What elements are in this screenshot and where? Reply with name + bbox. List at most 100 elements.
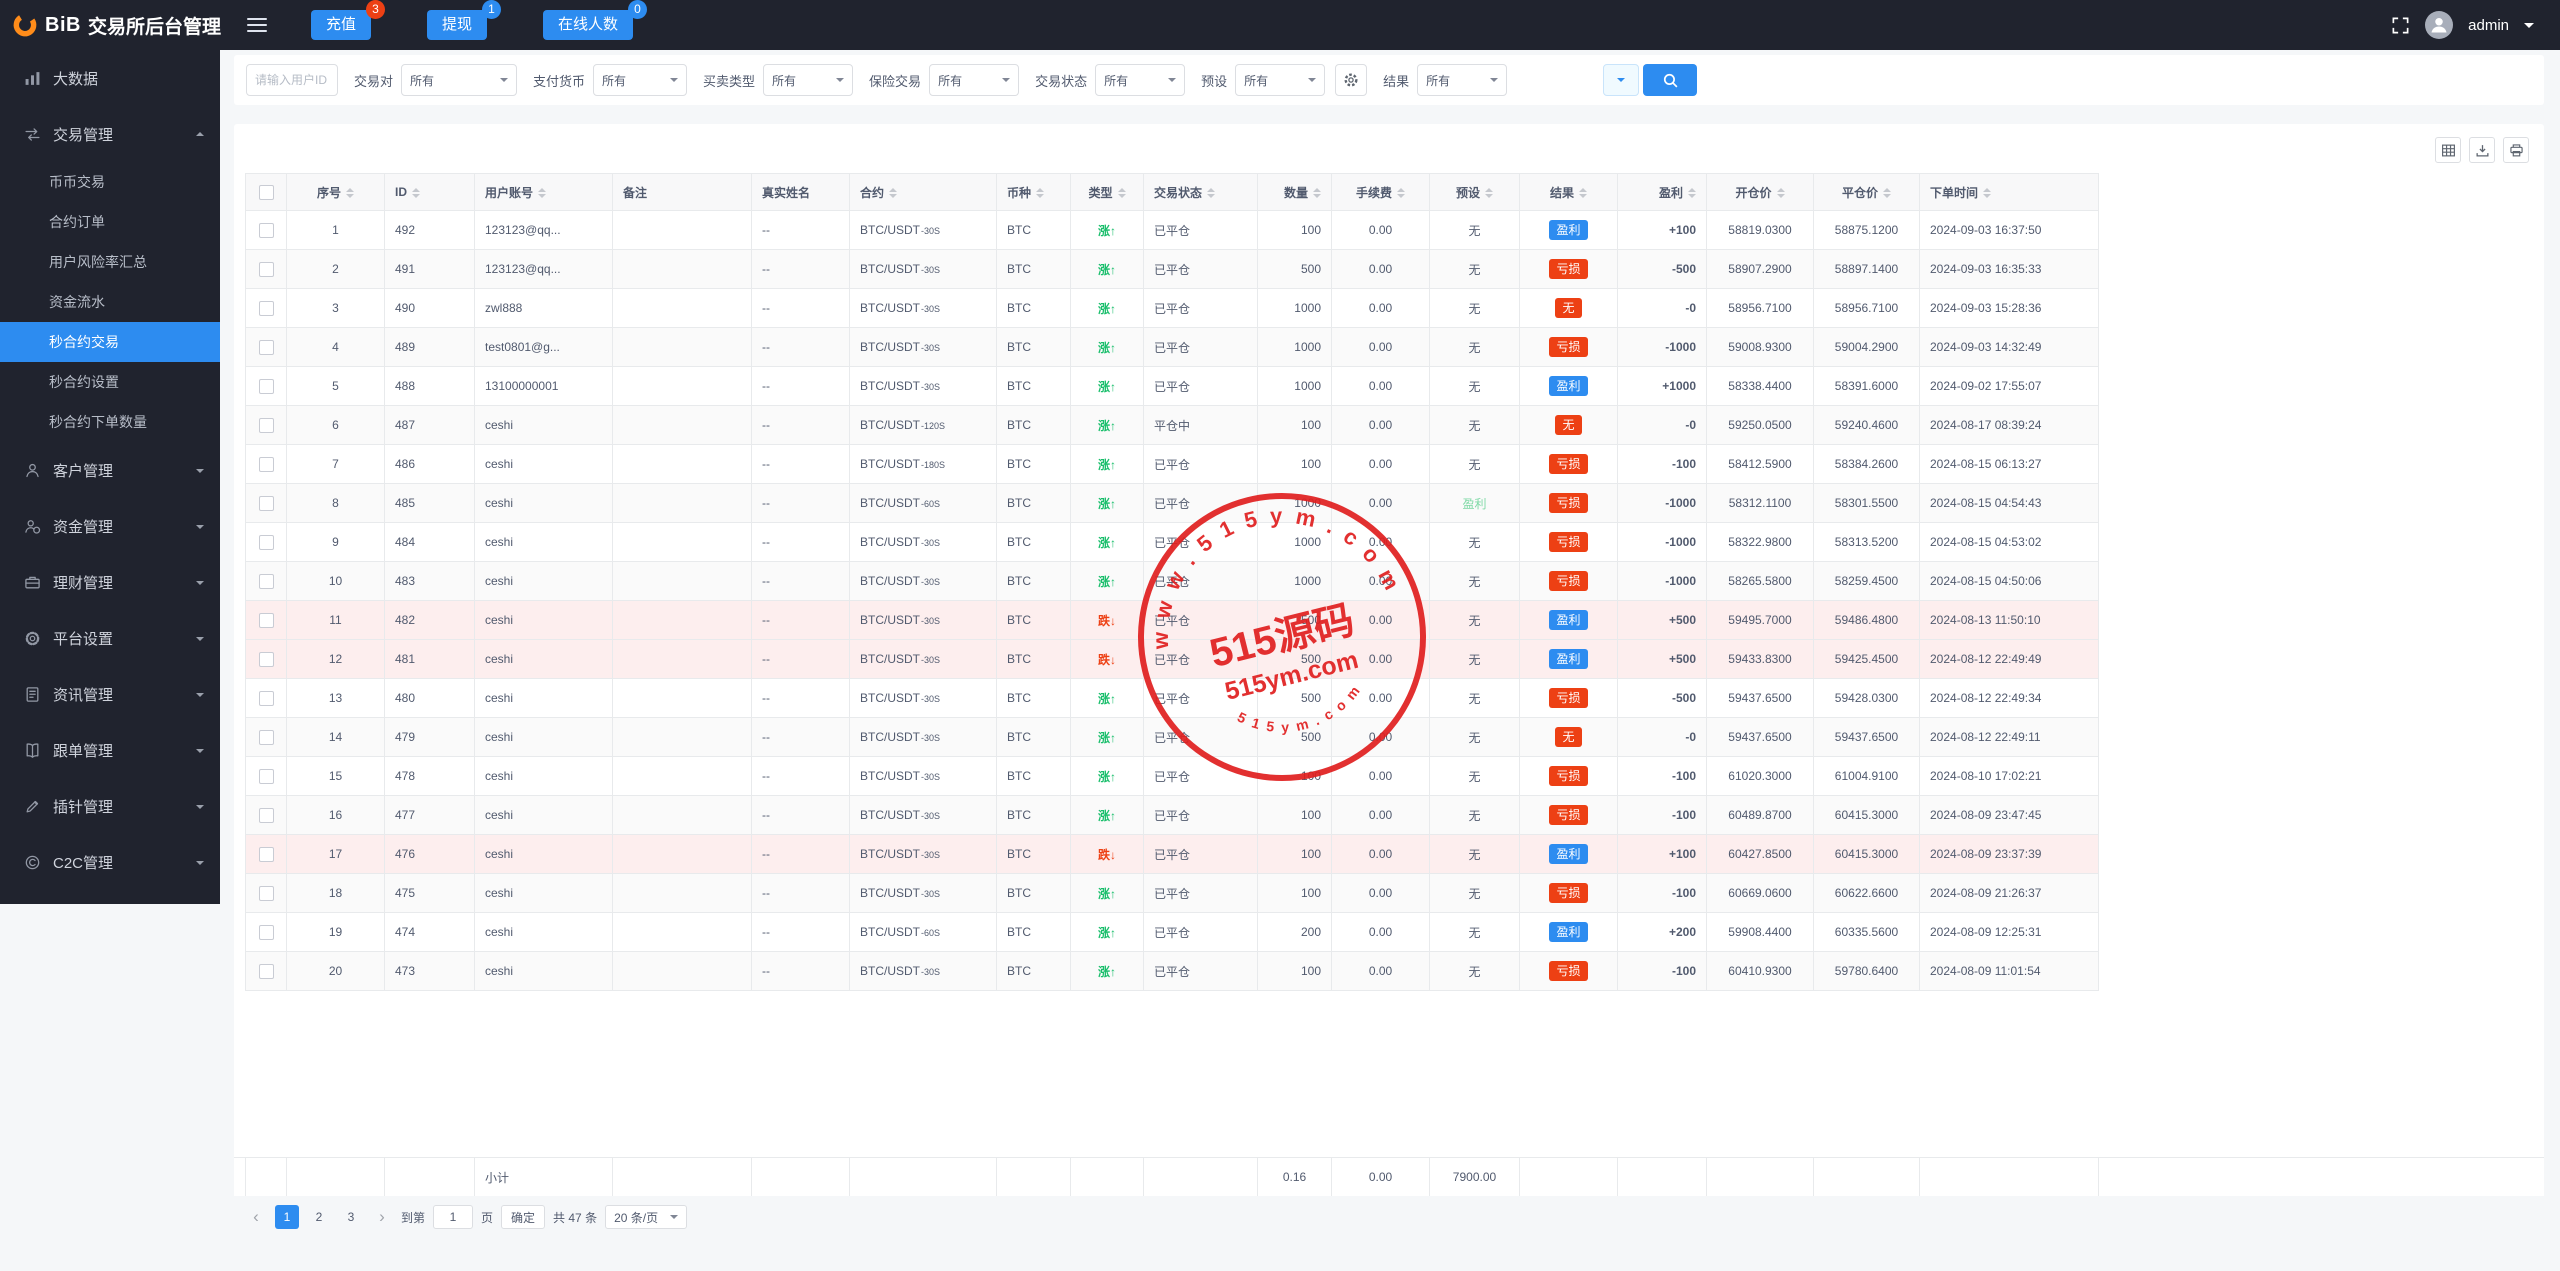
row-checkbox[interactable] — [258, 963, 274, 979]
sidebar-item-follow[interactable]: 跟单管理 — [0, 722, 220, 778]
avatar[interactable] — [2425, 11, 2454, 39]
page-button-1[interactable]: 1 — [275, 1205, 299, 1229]
sort-carets-icon[interactable] — [1579, 188, 1587, 199]
sort-carets-icon[interactable] — [1207, 188, 1216, 199]
row-checkbox[interactable] — [258, 339, 274, 355]
search-button[interactable] — [1643, 64, 1698, 96]
select-all-checkbox[interactable] — [258, 184, 274, 200]
row-checkbox[interactable] — [258, 222, 274, 238]
sort-carets-icon[interactable] — [1117, 188, 1126, 199]
sort-carets-icon[interactable] — [1485, 188, 1493, 199]
withdraw-button[interactable]: 提现 1 — [426, 0, 501, 40]
sort-carets-icon[interactable] — [412, 187, 420, 198]
sidebar-subitem-4[interactable]: 秒合约交易 — [0, 322, 220, 362]
row-checkbox[interactable] — [258, 651, 274, 667]
row-checkbox[interactable] — [258, 495, 274, 511]
sort-carets-icon[interactable] — [538, 188, 547, 199]
sidebar-item-c2c[interactable]: C2C管理 — [0, 834, 220, 890]
fullscreen-icon[interactable] — [2391, 16, 2410, 35]
row-checkbox[interactable] — [258, 846, 274, 862]
sidebar-item-wealth[interactable]: 理财管理 — [0, 554, 220, 610]
cell-0 — [245, 366, 287, 406]
row-checkbox[interactable] — [258, 807, 274, 823]
sort-carets-icon[interactable] — [1313, 188, 1321, 199]
sidebar-item-pin[interactable]: 插针管理 — [0, 778, 220, 834]
sidebar-item-news[interactable]: 资讯管理 — [0, 666, 220, 722]
row-checkbox[interactable] — [258, 456, 274, 472]
cell-2: 475 — [384, 873, 475, 913]
sidebar-subitem-0[interactable]: 币币交易 — [0, 162, 220, 202]
online-count-button[interactable]: 在线人数 0 — [543, 0, 648, 40]
filter-select-5[interactable]: 所有 — [1235, 64, 1326, 96]
filter-select-6[interactable]: 所有 — [1417, 64, 1508, 96]
sort-carets-icon[interactable] — [1036, 188, 1045, 199]
user-id-input[interactable] — [246, 64, 338, 96]
sidebar-item-trade[interactable]: 交易管理 — [0, 106, 220, 162]
sort-carets-icon[interactable] — [1397, 188, 1405, 199]
filter-select-2[interactable]: 所有 — [763, 64, 854, 96]
page-button-3[interactable]: 3 — [339, 1205, 363, 1229]
row-checkbox[interactable] — [258, 261, 274, 277]
pagination-prev-icon[interactable]: ‹ — [245, 1205, 267, 1229]
user-menu-caret-icon[interactable] — [2524, 23, 2534, 33]
column-title: ID — [395, 185, 407, 199]
cell-12: 无 — [1429, 795, 1520, 835]
filter-select-4[interactable]: 所有 — [1095, 64, 1186, 96]
chevron-down-icon — [836, 78, 845, 86]
sidebar-item-chart[interactable]: 大数据 — [0, 50, 220, 106]
username[interactable]: admin — [2468, 17, 2509, 34]
sort-carets-icon[interactable] — [889, 188, 898, 199]
sort-carets-icon[interactable] — [1776, 188, 1785, 199]
pagination-next-icon[interactable]: › — [371, 1205, 393, 1229]
filter-expand-button[interactable] — [1603, 64, 1640, 96]
row-checkbox[interactable] — [258, 885, 274, 901]
print-button[interactable] — [2503, 137, 2529, 163]
page-size-select[interactable]: 20 条/页 — [605, 1205, 688, 1229]
preset-settings-button[interactable] — [1335, 64, 1368, 96]
jump-page-input[interactable] — [433, 1205, 474, 1229]
row-checkbox[interactable] — [258, 534, 274, 550]
row-checkbox[interactable] — [258, 924, 274, 940]
chevron-down-icon — [1002, 78, 1011, 86]
sidebar-subitem-1[interactable]: 合约订单 — [0, 202, 220, 242]
cell-7: BTC — [996, 483, 1071, 523]
cell-13: 盈利 — [1519, 366, 1618, 406]
recharge-button[interactable]: 充值 3 — [310, 0, 385, 40]
sort-carets-icon[interactable] — [346, 188, 354, 199]
confirm-button[interactable]: 确定 — [501, 1205, 546, 1229]
sidebar-item-customer[interactable]: 客户管理 — [0, 442, 220, 498]
row-checkbox[interactable] — [258, 300, 274, 316]
row-checkbox[interactable] — [258, 690, 274, 706]
grid-settings-button[interactable] — [2435, 137, 2461, 163]
sidebar-subitem-6[interactable]: 秒合约下单数量 — [0, 402, 220, 442]
trend-up-icon: ↑ — [1110, 808, 1116, 823]
filter-label-4: 交易状态 — [1035, 73, 1088, 89]
menu-toggle-icon[interactable] — [246, 18, 267, 32]
row-checkbox[interactable] — [258, 768, 274, 784]
preset-value: 无 — [1468, 730, 1481, 745]
column-title: 序号 — [316, 185, 341, 200]
filter-label-2: 买卖类型 — [703, 73, 756, 89]
cell-5: -- — [751, 873, 850, 913]
row-checkbox[interactable] — [258, 378, 274, 394]
row-checkbox[interactable] — [258, 573, 274, 589]
filter-select-1[interactable]: 所有 — [593, 64, 688, 96]
filter-select-0[interactable]: 所有 — [401, 64, 518, 96]
cell-6: BTC/USDT-30S — [849, 639, 997, 679]
sidebar-subitem-2[interactable]: 用户风险率汇总 — [0, 242, 220, 282]
sort-carets-icon[interactable] — [1883, 188, 1891, 199]
sidebar-item-settings[interactable]: 平台设置 — [0, 610, 220, 666]
sort-carets-icon[interactable] — [1688, 188, 1696, 199]
sidebar-subitem-3[interactable]: 资金流水 — [0, 282, 220, 322]
row-checkbox[interactable] — [258, 729, 274, 745]
filter-select-3[interactable]: 所有 — [929, 64, 1020, 96]
row-checkbox[interactable] — [258, 417, 274, 433]
sidebar-subitem-5[interactable]: 秒合约设置 — [0, 362, 220, 402]
profit-value: -1000 — [1617, 483, 1707, 523]
sort-carets-icon[interactable] — [1983, 188, 1992, 199]
page-button-2[interactable]: 2 — [307, 1205, 331, 1229]
trend-up-icon: ↑ — [1110, 769, 1116, 784]
export-button[interactable] — [2469, 137, 2495, 163]
row-checkbox[interactable] — [258, 612, 274, 628]
sidebar-item-funds[interactable]: 资金管理 — [0, 498, 220, 554]
